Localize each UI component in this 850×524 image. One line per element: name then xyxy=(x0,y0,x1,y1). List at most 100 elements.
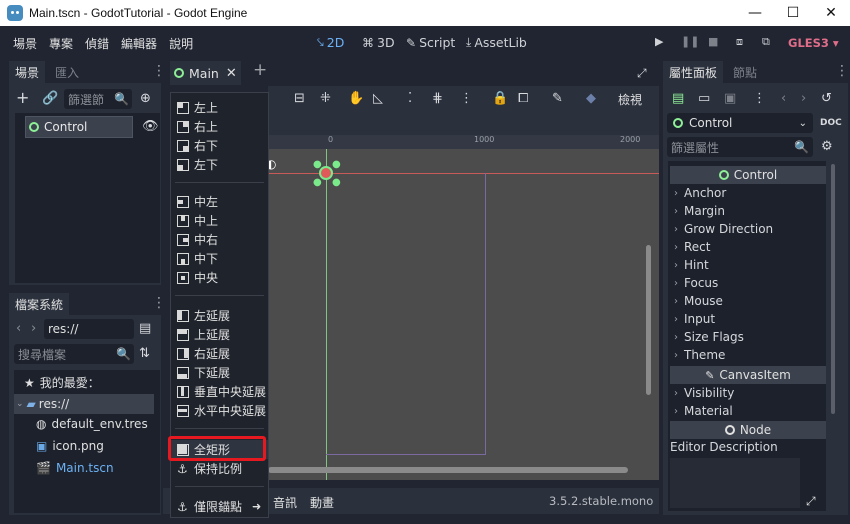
menu-item-anchor-bottom-left[interactable]: 左下 xyxy=(171,155,268,174)
skeleton-icon[interactable]: ✎ xyxy=(552,92,563,106)
menu-item-center-bottom[interactable]: 中下 xyxy=(171,249,268,268)
tab-import[interactable]: 匯入 xyxy=(49,61,85,83)
play-icon[interactable]: ▶ xyxy=(655,35,663,48)
snap-icon[interactable]: ⁚ xyxy=(408,92,412,106)
tab-animation[interactable]: 動畫 xyxy=(310,494,334,511)
property-grow-direction[interactable]: › Grow Direction xyxy=(670,220,828,238)
property-mouse[interactable]: › Mouse xyxy=(670,292,828,310)
property-hint[interactable]: › Hint xyxy=(670,256,828,274)
scene-tree-item-control[interactable]: Control xyxy=(25,116,133,138)
menu-item-right-wide[interactable]: 右延展 xyxy=(171,344,268,363)
snap-options-icon[interactable]: ⋮ xyxy=(460,92,473,106)
pause-icon[interactable]: ❚❚ xyxy=(681,35,699,48)
group-icon[interactable]: ⧠ xyxy=(518,92,528,106)
anchor-handle-icon[interactable]: ● xyxy=(313,159,322,170)
history-forward-icon[interactable]: › xyxy=(801,92,806,106)
menu-item-anchor-top-right[interactable]: 右上 xyxy=(171,117,268,136)
tab-main-scene[interactable]: Main ✕ xyxy=(170,61,241,85)
menu-item-center-top[interactable]: 中上 xyxy=(171,211,268,230)
instance-scene-icon[interactable]: ⊕ xyxy=(140,92,151,106)
menu-scene[interactable]: 場景 xyxy=(7,35,43,52)
grid-snap-icon[interactable]: ⋕ xyxy=(432,92,443,106)
workspace-3d-button[interactable]: ⌘ 3D xyxy=(362,35,395,50)
property-input[interactable]: › Input xyxy=(670,310,828,328)
tab-filesystem[interactable]: 檔案系統 xyxy=(9,293,70,315)
section-control[interactable]: Control xyxy=(670,166,826,184)
property-filter-input[interactable]: 篩選屬性 xyxy=(667,137,813,157)
node-selector-dropdown[interactable]: Control ⌄ xyxy=(667,113,813,133)
tab-scene[interactable]: 場景 xyxy=(9,61,46,83)
property-focus[interactable]: › Focus xyxy=(670,274,828,292)
play-custom-icon[interactable]: ⧉ xyxy=(762,35,770,49)
maximize-button[interactable]: ☐ xyxy=(774,0,812,26)
folder-res-item[interactable]: ⌄ ▰ res:// xyxy=(14,394,154,414)
menu-item-bottom-wide[interactable]: 下延展 xyxy=(171,363,268,382)
section-canvasitem[interactable]: ✎ CanvasItem xyxy=(670,366,826,384)
tab-audio[interactable]: 音訊 xyxy=(273,494,297,511)
menu-item-keep-ratio[interactable]: ⚓ 保持比例 xyxy=(171,459,268,478)
stop-icon[interactable]: ■ xyxy=(708,35,718,48)
close-window-button[interactable]: ✕ xyxy=(812,0,850,26)
new-resource-icon[interactable]: ▤ xyxy=(672,92,684,106)
canvas-2d[interactable]: ● ● ● ● xyxy=(268,149,659,480)
path-field[interactable]: res:// xyxy=(44,319,134,339)
property-visibility[interactable]: › Visibility xyxy=(670,384,828,402)
file-item[interactable]: 🎬 Main.tscn xyxy=(36,461,114,475)
more-options-icon[interactable]: ⋮ xyxy=(753,92,766,106)
menu-item-top-wide[interactable]: 上延展 xyxy=(171,325,268,344)
history-back-icon[interactable]: ‹ xyxy=(781,92,786,106)
menu-item-left-wide[interactable]: 左延展 xyxy=(171,306,268,325)
save-icon[interactable]: ▣ xyxy=(724,92,736,106)
property-material[interactable]: › Material xyxy=(670,402,828,420)
doc-icon[interactable]: DOC xyxy=(820,116,842,130)
menu-item-center-left[interactable]: 中左 xyxy=(171,192,268,211)
section-node[interactable]: Node xyxy=(670,421,826,439)
tab-node[interactable]: 節點 xyxy=(727,61,763,83)
menu-editor[interactable]: 編輯器 xyxy=(115,35,163,52)
workspace-2d-button[interactable]: ⤥ 2D xyxy=(317,35,344,50)
vertical-scrollbar[interactable] xyxy=(646,245,651,395)
property-size-flags[interactable]: › Size Flags xyxy=(670,328,828,346)
menu-item-center[interactable]: 中央 xyxy=(171,268,268,287)
menu-item-vcenter-wide[interactable]: 垂直中央延展 xyxy=(171,382,268,401)
link-icon[interactable]: 🔗 xyxy=(42,92,58,106)
menu-item-hcenter-wide[interactable]: 水平中央延展 xyxy=(171,401,268,420)
anchor-handle-icon[interactable]: ● xyxy=(313,177,322,188)
list-select-icon[interactable]: ⊟ xyxy=(294,92,305,106)
file-item[interactable]: ▣ icon.png xyxy=(36,439,104,453)
expand-icon[interactable]: ⤢ xyxy=(806,494,816,509)
horizontal-scrollbar[interactable] xyxy=(268,467,628,473)
sort-icon[interactable]: ⇅ xyxy=(139,347,150,361)
anchor-handle-icon[interactable]: ● xyxy=(332,177,341,188)
inspector-scrollbar[interactable] xyxy=(831,164,835,414)
play-scene-icon[interactable]: ⧈ xyxy=(736,35,743,49)
workspace-script-button[interactable]: ✎ Script xyxy=(406,35,455,50)
menu-item-center-right[interactable]: 中右 xyxy=(171,230,268,249)
history-icon[interactable]: ↺ xyxy=(821,92,832,106)
inspector-menu-icon[interactable]: ⋮ xyxy=(835,64,849,78)
minimize-button[interactable]: — xyxy=(736,0,774,26)
editor-description-field[interactable] xyxy=(670,458,800,508)
distraction-free-icon[interactable]: ⤢ xyxy=(637,66,647,80)
ruler-icon[interactable]: ◺ xyxy=(373,92,383,106)
file-item[interactable]: ◍ default_env.tres xyxy=(36,417,148,431)
add-node-icon[interactable]: + xyxy=(16,90,29,106)
visibility-eye-icon[interactable]: 👁 xyxy=(142,120,159,134)
workspace-assetlib-button[interactable]: ⤓ AssetLib xyxy=(466,35,527,50)
property-margin[interactable]: › Margin xyxy=(670,202,828,220)
tab-inspector[interactable]: 屬性面板 xyxy=(663,61,724,83)
anchor-handle-icon[interactable]: ● xyxy=(332,159,341,170)
menu-help[interactable]: 說明 xyxy=(163,35,199,52)
back-arrow-icon[interactable]: ‹ xyxy=(16,322,21,336)
filesystem-menu-icon[interactable]: ⋮ xyxy=(152,296,166,310)
menu-project[interactable]: 專案 xyxy=(43,35,79,52)
property-rect[interactable]: › Rect xyxy=(670,238,828,256)
camera-override-icon[interactable]: ◆ xyxy=(586,92,596,106)
menu-item-anchors-only[interactable]: ⚓ 僅限錨點 ➜ xyxy=(171,497,268,516)
menu-item-anchor-bottom-right[interactable]: 右下 xyxy=(171,136,268,155)
property-theme[interactable]: › Theme xyxy=(670,346,828,364)
menu-item-anchor-top-left[interactable]: 左上 xyxy=(171,98,268,117)
split-mode-icon[interactable]: ▤ xyxy=(139,322,151,336)
favorites-item[interactable]: ★ 我的最愛： xyxy=(24,374,100,391)
pan-hand-icon[interactable]: ✋ xyxy=(348,92,364,106)
